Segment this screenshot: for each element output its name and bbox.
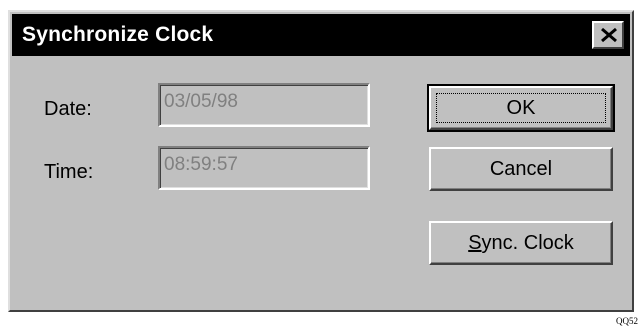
date-label: Date: [44,98,92,120]
sync-label-rest: ync. Clock [481,231,574,254]
cancel-button[interactable]: Cancel [429,147,613,191]
date-value: 03/05/98 [164,91,238,112]
ok-button[interactable]: OK [427,84,615,132]
sync-clock-button[interactable]: Sync. Clock [429,221,613,265]
sync-clock-button-label: Sync. Clock [468,232,574,255]
cancel-button-label: Cancel [489,157,553,180]
time-label: Time: [44,161,94,183]
dialog-title: Synchronize Clock [22,23,214,46]
time-value: 08:59:57 [164,154,238,175]
time-field[interactable]: 08:59:57 [158,146,370,190]
synchronize-clock-dialog: Synchronize Clock Date: 03/05/98 Time: 0… [8,10,634,312]
title-bar[interactable]: Synchronize Clock [12,14,630,56]
close-icon [601,27,617,43]
sync-mnemonic: S [468,231,482,254]
date-field[interactable]: 03/05/98 [158,83,370,127]
ok-button-label: OK [506,96,536,119]
figure-code: QQ52 [616,316,638,326]
close-button[interactable] [592,21,624,49]
